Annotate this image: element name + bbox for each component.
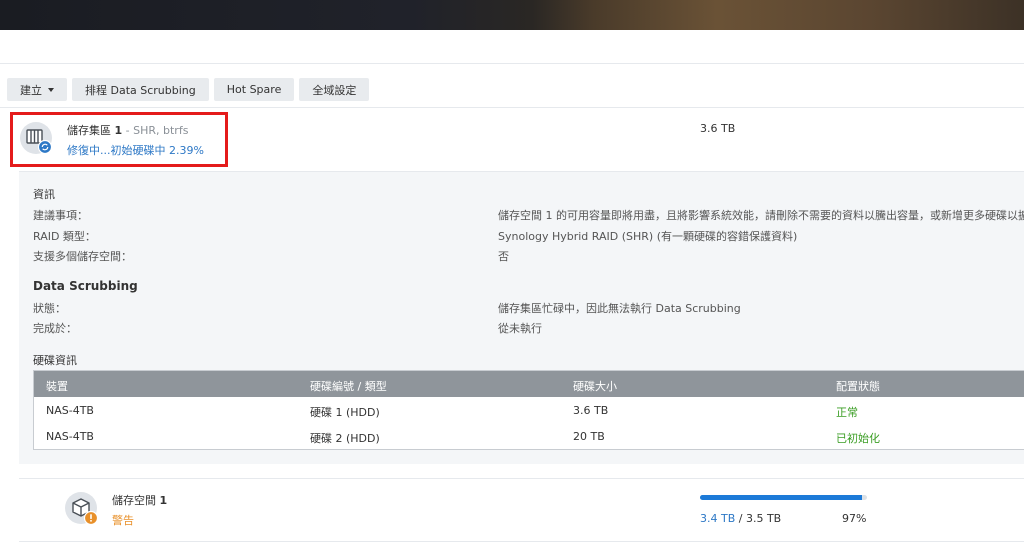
table-row[interactable]: NAS-4TB 硬碟 2 (HDD) 20 TB 已初始化	[34, 424, 1024, 450]
volume-total: / 3.5 TB	[735, 512, 782, 525]
scrubbing-label: 狀態：	[33, 302, 66, 315]
create-button[interactable]: 建立	[7, 78, 67, 101]
scrubbing-section-title: Data Scrubbing	[33, 279, 138, 293]
scrubbing-value: 儲存集區忙碌中，因此無法執行 Data Scrubbing	[498, 302, 741, 315]
divider	[19, 478, 1024, 479]
info-label: 建議事項：	[33, 209, 88, 222]
divider	[0, 63, 1024, 64]
cell-device: NAS-4TB	[46, 430, 94, 443]
divider	[19, 541, 1024, 542]
cell-allocation-status: 正常	[836, 406, 858, 419]
info-label: 支援多個儲存空間：	[33, 250, 132, 263]
cell-disk-size: 20 TB	[573, 430, 605, 443]
info-value: 否	[498, 250, 509, 263]
create-button-label: 建立	[20, 83, 42, 97]
cell-allocation-status: 已初始化	[836, 432, 880, 445]
info-value: Synology Hybrid RAID (SHR) (有一顆硬碟的容錯保護資料…	[498, 230, 798, 243]
warning-icon	[83, 510, 99, 526]
volume-usage-bar	[700, 495, 867, 500]
scrubbing-label: 完成於：	[33, 322, 77, 335]
volume-usage-percent: 97%	[842, 512, 867, 525]
disk-info-section-title: 硬碟資訊	[33, 354, 77, 367]
info-label: RAID 類型：	[33, 230, 96, 243]
volume-used: 3.4 TB	[700, 512, 736, 525]
toolbar: 建立 排程 Data Scrubbing Hot Spare 全域設定	[7, 78, 370, 101]
cell-disk-number: 硬碟 1 (HDD)	[310, 406, 380, 419]
disk-table: 裝置 硬碟編號 / 類型 硬碟大小 配置狀態 NAS-4TB 硬碟 1 (HDD…	[33, 370, 1024, 450]
cell-device: NAS-4TB	[46, 404, 94, 417]
column-header-allocation-status[interactable]: 配置狀態	[836, 378, 880, 394]
top-banner-image	[0, 0, 1024, 30]
hot-spare-button[interactable]: Hot Spare	[213, 78, 295, 101]
info-section-title: 資訊	[33, 188, 55, 201]
volume-usage-fill	[700, 495, 862, 500]
column-header-device[interactable]: 裝置	[46, 378, 68, 394]
global-settings-button[interactable]: 全域設定	[299, 78, 370, 101]
schedule-data-scrubbing-button[interactable]: 排程 Data Scrubbing	[72, 78, 209, 101]
volume-name: 儲存空間	[112, 494, 156, 507]
column-header-disk-number[interactable]: 硬碟編號 / 類型	[310, 378, 387, 394]
volume-usage-text: 3.4 TB / 3.5 TB	[700, 512, 781, 525]
info-value: 儲存空間 1 的可用容量即將用盡，且將影響系統效能，請刪除不需要的資料以騰出容量…	[498, 209, 1024, 222]
table-row[interactable]: NAS-4TB 硬碟 1 (HDD) 3.6 TB 正常	[34, 398, 1024, 424]
annotation-highlight-box	[10, 112, 228, 167]
cell-disk-size: 3.6 TB	[573, 404, 609, 417]
volume-status: 警告	[112, 514, 134, 527]
table-header: 裝置 硬碟編號 / 類型 硬碟大小 配置狀態	[34, 371, 1024, 397]
scrubbing-value: 從未執行	[498, 322, 542, 335]
cell-disk-number: 硬碟 2 (HDD)	[310, 432, 380, 445]
volume-title[interactable]: 儲存空間 1	[112, 492, 167, 508]
chevron-down-icon	[48, 87, 54, 92]
volume-number: 1	[159, 494, 168, 507]
cube-icon	[64, 491, 100, 527]
pool-size: 3.6 TB	[700, 122, 736, 135]
column-header-disk-size[interactable]: 硬碟大小	[573, 378, 617, 394]
